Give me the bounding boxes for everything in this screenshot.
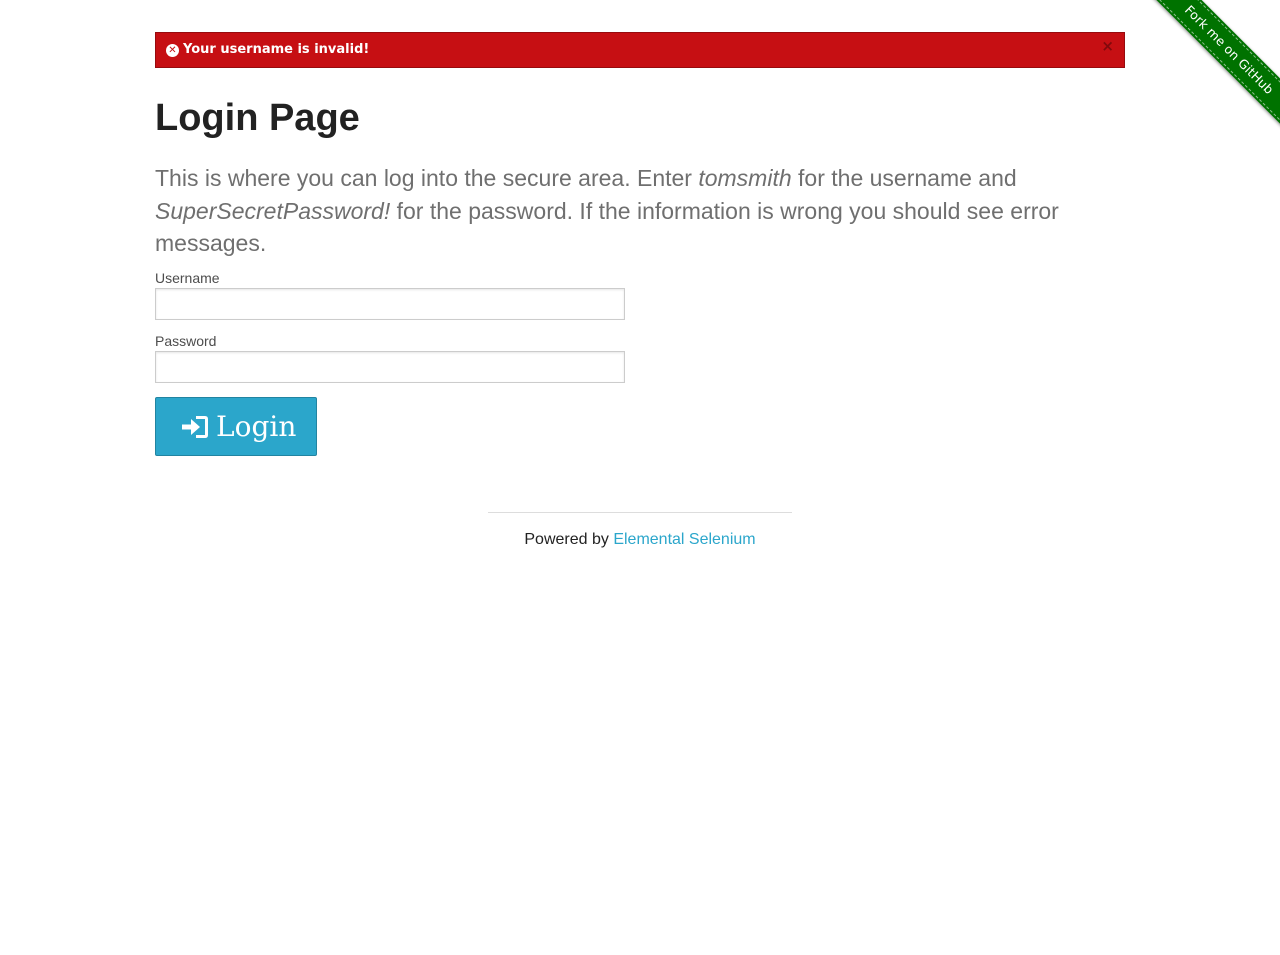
error-circle-icon: ✕ bbox=[166, 44, 179, 57]
password-label: Password bbox=[155, 333, 217, 349]
footer-prefix: Powered by bbox=[524, 531, 614, 548]
fork-me-label: Fork me on GitHub bbox=[1181, 2, 1277, 98]
fork-me-ribbon[interactable]: Fork me on GitHub bbox=[1143, 0, 1280, 136]
page-footer: Powered by Elemental Selenium bbox=[0, 530, 1280, 550]
password-input[interactable] bbox=[155, 351, 625, 383]
username-input[interactable] bbox=[155, 288, 625, 320]
close-flash-button[interactable]: × bbox=[1101, 38, 1114, 54]
login-button[interactable]: Login bbox=[155, 397, 317, 456]
password-hint: SuperSecretPassword! bbox=[155, 197, 391, 224]
username-hint: tomsmith bbox=[698, 165, 792, 191]
page-root: Fork me on GitHub ✕ Your username is inv… bbox=[0, 0, 1280, 955]
github-ribbon-container: Fork me on GitHub bbox=[1131, 0, 1280, 149]
sign-in-icon bbox=[182, 416, 208, 438]
flash-message-text: Your username is invalid! bbox=[183, 42, 370, 57]
intro-text-1: This is where you can log into the secur… bbox=[155, 165, 699, 191]
page-title: Login Page bbox=[155, 97, 360, 139]
login-button-label: Login bbox=[216, 410, 297, 443]
footer-divider bbox=[488, 512, 792, 513]
page-intro: This is where you can log into the secur… bbox=[155, 162, 1115, 260]
username-label: Username bbox=[155, 270, 220, 286]
error-flash-message: ✕ Your username is invalid! × bbox=[155, 32, 1125, 68]
elemental-selenium-link[interactable]: Elemental Selenium bbox=[613, 531, 755, 548]
intro-text-2: for the username and bbox=[791, 165, 1017, 191]
